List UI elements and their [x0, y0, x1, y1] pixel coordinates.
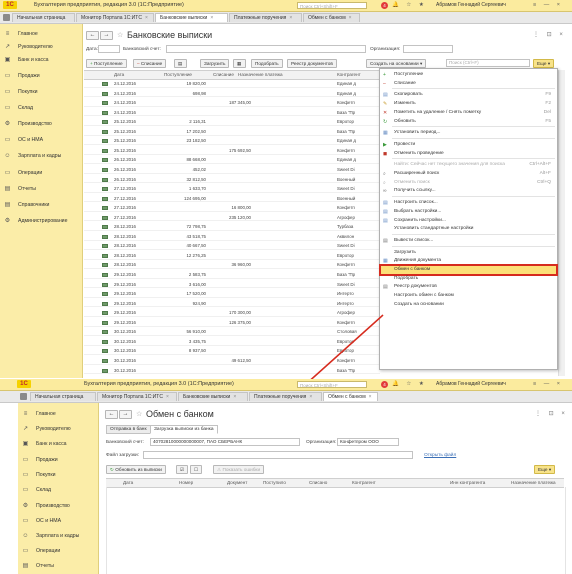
close-icon[interactable]: ×: [166, 394, 169, 400]
more-button[interactable]: Еще ▾: [534, 465, 556, 474]
sidebar-item-bank[interactable]: ▣ Банк и касса: [18, 438, 98, 450]
file-field[interactable]: [143, 451, 413, 459]
box-icon: ▭: [22, 487, 29, 493]
person-icon: ☺: [22, 533, 29, 539]
col-date[interactable]: Дата: [123, 480, 133, 485]
sidebar-item-manager[interactable]: ↗ Руководителю: [18, 423, 98, 435]
sidebar-item-operations[interactable]: ▭ Операции: [18, 545, 98, 557]
tab-load-statement[interactable]: Загрузка выписки из банка: [150, 425, 218, 434]
org-label: Организация:: [306, 440, 337, 445]
sidebar-item-production[interactable]: ⚙ Производство: [18, 500, 98, 512]
col-document[interactable]: Документ: [227, 480, 247, 485]
sidebar-item-salary[interactable]: ☺ Зарплата и кадры: [18, 530, 98, 542]
assets-icon: ▭: [22, 518, 29, 524]
sidebar-item-sales[interactable]: ▭ Продажи: [18, 454, 98, 466]
global-search-input[interactable]: Поиск Ctrl+Shift+F: [297, 381, 367, 388]
col-counterparty[interactable]: Контрагент: [352, 480, 376, 485]
sidebar-item-main[interactable]: ≡ Главное: [18, 408, 98, 420]
col-counterparty-inn[interactable]: Инн контрагента: [450, 480, 485, 485]
close-icon[interactable]: ×: [309, 394, 312, 400]
tab-bank-statements[interactable]: Банковские выписки ×: [178, 392, 248, 401]
tab-start-page[interactable]: Начальная страница: [30, 392, 96, 401]
bottom-window: 1С Бухгалтерия предприятия, редакция 3.0…: [0, 379, 572, 574]
account-field[interactable]: 40702810000000000007, ПАО СБЕРБАНК: [150, 438, 300, 446]
bank-icon: ▣: [22, 441, 29, 447]
close-icon[interactable]: ×: [369, 394, 372, 400]
list-icon: ≡: [23, 411, 28, 417]
refresh-from-statement-button[interactable]: ↻ Обновить из выписки: [106, 465, 166, 474]
sales-icon: ▭: [22, 457, 29, 463]
show-errors-button[interactable]: ⚠ Показать ошибки: [213, 465, 265, 474]
open-file-link[interactable]: Открыть файл: [424, 453, 456, 458]
1c-logo: 1С: [17, 380, 31, 388]
title-bar: 1С Бухгалтерия предприятия, редакция 3.0…: [0, 379, 572, 391]
account-label: Банковский счет:: [106, 440, 144, 445]
forward-button[interactable]: →: [119, 410, 132, 419]
deselect-all-button[interactable]: ☐: [190, 465, 202, 474]
page-title: Обмен с банком: [146, 409, 214, 419]
sidebar-item-purchases[interactable]: ▭ Покупки: [18, 469, 98, 481]
back-button[interactable]: ←: [105, 410, 118, 419]
form-controls[interactable]: ⋮ ⊡ ×: [535, 410, 568, 417]
notification-badge[interactable]: 4: [381, 381, 388, 388]
report-icon: ▤: [22, 563, 29, 569]
col-written-off[interactable]: Списано: [309, 480, 327, 485]
statement-table-body: [106, 487, 566, 574]
tab-send-to-bank[interactable]: Отправка в банк: [106, 425, 151, 434]
tab-bank-exchange[interactable]: Обмен с банком ×: [323, 392, 378, 401]
col-received[interactable]: Поступило: [263, 480, 286, 485]
gear-icon: ⚙: [22, 503, 29, 509]
app-title: Бухгалтерия предприятия, редакция 3.0 (1…: [84, 381, 234, 387]
window-controls[interactable]: ≡ — ×: [533, 381, 563, 387]
col-payment-purpose[interactable]: Назначение платежа: [511, 480, 556, 485]
sidebar-item-assets[interactable]: ▭ ОС и НМА: [18, 515, 98, 527]
select-all-button[interactable]: ☑: [176, 465, 188, 474]
org-field[interactable]: Конфетпром ООО: [337, 438, 399, 446]
toolbar-icons[interactable]: 🔔 ☆ ★: [392, 381, 427, 387]
operations-icon: ▭: [22, 548, 29, 554]
sidebar-item-reports[interactable]: ▤ Отчеты: [18, 560, 98, 572]
tabs-bar: Начальная страница Монитор Портала 1С:ИТ…: [0, 391, 572, 403]
file-label: Файл загрузки:: [106, 453, 140, 458]
user-name[interactable]: Абрамов Геннадий Сергеевич: [436, 381, 506, 387]
sidebar-item-warehouse[interactable]: ▭ Склад: [18, 484, 98, 496]
sidebar: ≡ Главное ↗ Руководителю ▣ Банк и касса ▭ Пр…: [18, 403, 99, 574]
cart-icon: ▭: [22, 472, 29, 478]
favorite-star-icon[interactable]: ☆: [136, 410, 142, 418]
tab-its-monitor[interactable]: Монитор Портала 1С:ИТС ×: [97, 392, 177, 401]
chart-icon: ↗: [22, 426, 29, 432]
grid-icon[interactable]: [20, 393, 27, 400]
tab-payment-orders[interactable]: Платежные поручения ×: [249, 392, 322, 401]
col-number[interactable]: Номер: [179, 480, 193, 485]
close-icon[interactable]: ×: [233, 394, 236, 400]
